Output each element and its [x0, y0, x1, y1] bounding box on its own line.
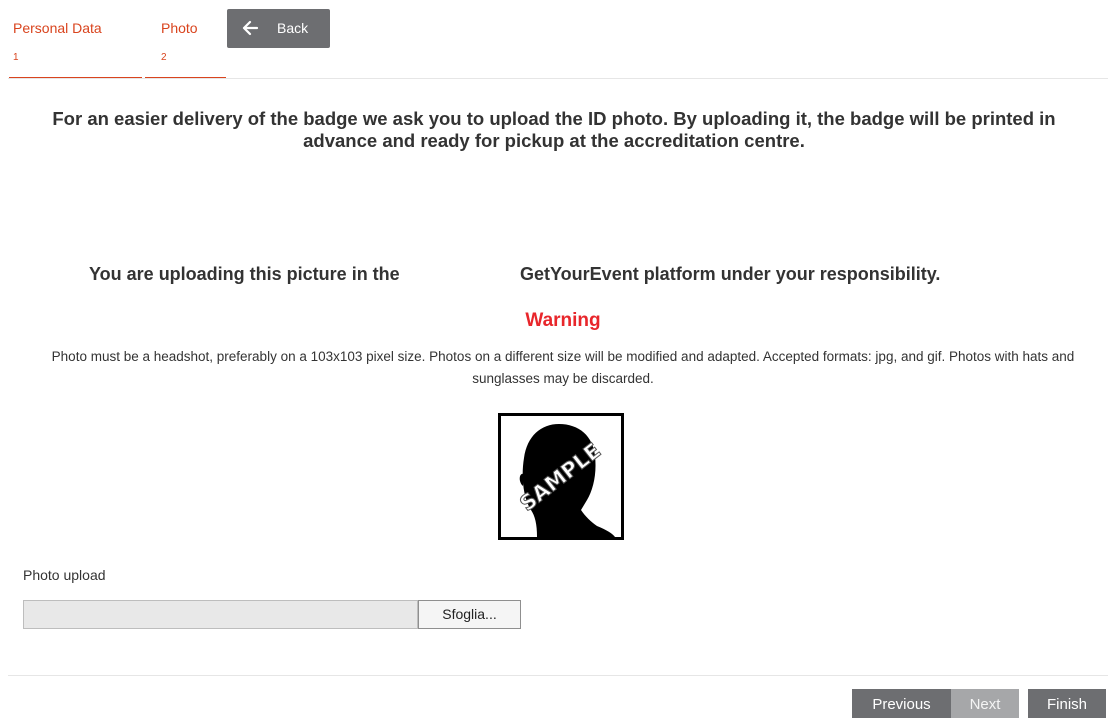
responsibility-text-part1: You are uploading this picture in the: [89, 264, 400, 284]
back-button[interactable]: Back: [227, 9, 330, 48]
back-button-label: Back: [277, 20, 309, 36]
browse-button[interactable]: Sfoglia...: [418, 600, 521, 629]
file-path-field[interactable]: [23, 600, 418, 629]
divider: [8, 675, 1108, 676]
arrow-left-icon: [242, 20, 259, 36]
tab-step-number: 1: [13, 52, 19, 63]
tab-photo[interactable]: Photo 2: [145, 0, 226, 79]
intro-heading: For an easier delivery of the badge we a…: [52, 108, 1056, 151]
tab-label: Photo: [161, 20, 198, 36]
warning-title: Warning: [525, 310, 601, 331]
sample-photo: SAMPLE: [498, 413, 624, 540]
responsibility-text-part2: GetYourEvent platform under your respons…: [520, 264, 941, 284]
warning-text: Photo must be a headshot, preferably on …: [51, 349, 1075, 386]
tab-personal-data[interactable]: Personal Data 1: [9, 0, 144, 79]
next-button[interactable]: Next: [951, 689, 1019, 718]
previous-button[interactable]: Previous: [852, 689, 951, 718]
divider: [8, 78, 1108, 79]
finish-button[interactable]: Finish: [1028, 689, 1106, 718]
watermark-text: SAMPLE: [515, 438, 605, 516]
tab-label: Personal Data: [13, 20, 102, 36]
wizard-tabs: Personal Data 1 Photo 2 Back: [0, 0, 1108, 79]
watermark: SAMPLE: [515, 438, 606, 517]
tab-step-number: 2: [161, 52, 167, 63]
photo-upload-label: Photo upload: [23, 567, 106, 583]
